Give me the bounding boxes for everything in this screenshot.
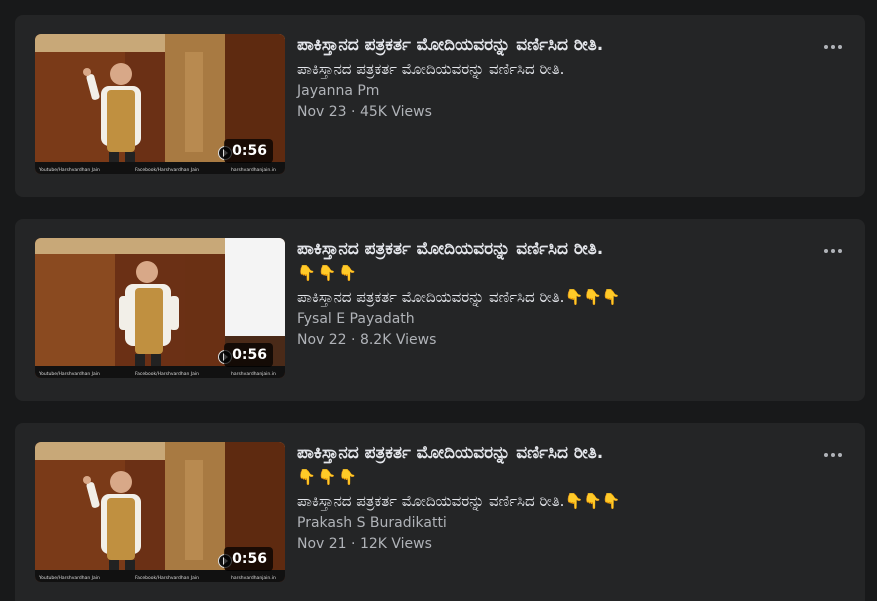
video-info: ಪಾಕಿಸ್ತಾನದ ಪತ್ರಕರ್ತ ಮೋದಿಯವರನ್ನು ವರ್ಣಿಸಿದ… xyxy=(297,237,812,350)
video-thumbnail[interactable]: Youtube/Harshvardhan Jain Facebook/Harsh… xyxy=(35,34,285,174)
video-author[interactable]: Prakash S Buradikatti xyxy=(297,513,812,533)
watermark-left: Youtube/Harshvardhan Jain xyxy=(38,167,100,173)
video-description: ಪಾಕಿಸ್ತಾನದ ಪತ್ರಕರ್ತ ಮೋದಿಯವರನ್ನು ವರ್ಣಿಸಿದ… xyxy=(297,288,621,306)
more-options-icon[interactable] xyxy=(821,37,845,57)
video-thumbnail[interactable]: Youtube/Harshvardhan Jain Facebook/Harsh… xyxy=(35,442,285,582)
meta-separator: · xyxy=(346,104,360,120)
video-meta: Nov 21 · 12K Views xyxy=(297,534,812,554)
video-duration: 0:56 xyxy=(224,343,273,367)
watermark-middle: Facebook/Harshvardhan Jain xyxy=(135,167,199,173)
video-thumbnail[interactable]: Youtube/Harshvardhan Jain Facebook/Harsh… xyxy=(35,238,285,378)
watermark-left: Youtube/Harshvardhan Jain xyxy=(38,575,100,581)
watermark-middle: Facebook/Harshvardhan Jain xyxy=(135,371,199,377)
watermark-left: Youtube/Harshvardhan Jain xyxy=(38,371,100,377)
video-info: ಪಾಕಿಸ್ತಾನದ ಪತ್ರಕರ್ತ ಮೋದಿಯವರನ್ನು ವರ್ಣಿಸಿದ… xyxy=(297,33,812,122)
video-date: Nov 23 xyxy=(297,104,347,120)
video-title-text: ಪಾಕಿಸ್ತಾನದ ಪತ್ರಕರ್ತ ಮೋದಿಯವರನ್ನು ವರ್ಣಿಸಿದ… xyxy=(297,443,604,463)
video-description: ಪಾಕಿಸ್ತಾನದ ಪತ್ರಕರ್ತ ಮೋದಿಯವರನ್ನು ವರ್ಣಿಸಿದ… xyxy=(297,492,621,510)
watermark-right: harshvardhanjain.in xyxy=(231,167,276,173)
video-date: Nov 22 xyxy=(297,332,347,348)
video-title-text: ಪಾಕಿಸ್ತಾನದ ಪತ್ರಕರ್ತ ಮೋದಿಯವರನ್ನು ವರ್ಣಿಸಿದ… xyxy=(297,35,604,55)
pointing-down-icon: 👇👇👇 xyxy=(297,264,360,282)
video-author[interactable]: Jayanna Pm xyxy=(297,81,812,101)
video-card: Youtube/Harshvardhan Jain Facebook/Harsh… xyxy=(15,219,865,401)
video-duration: 0:56 xyxy=(224,547,273,571)
video-feed: Youtube/Harshvardhan Jain Facebook/Harsh… xyxy=(0,0,877,601)
video-card: Youtube/Harshvardhan Jain Facebook/Harsh… xyxy=(15,423,865,601)
meta-separator: · xyxy=(346,536,360,552)
video-views: 8.2K Views xyxy=(359,332,437,348)
video-title[interactable]: ಪಾಕಿಸ್ತಾನದ ಪತ್ರಕರ್ತ ಮೋದಿಯವರನ್ನು ವರ್ಣಿಸಿದ… xyxy=(297,441,812,489)
video-duration: 0:56 xyxy=(224,139,273,163)
video-card: Youtube/Harshvardhan Jain Facebook/Harsh… xyxy=(15,15,865,197)
video-meta: Nov 22 · 8.2K Views xyxy=(297,330,812,350)
video-description: ಪಾಕಿಸ್ತಾನದ ಪತ್ರಕರ್ತ ಮೋದಿಯವರನ್ನು ವರ್ಣಿಸಿದ… xyxy=(297,60,565,78)
video-date: Nov 21 xyxy=(297,536,347,552)
video-title[interactable]: ಪಾಕಿಸ್ತಾನದ ಪತ್ರಕರ್ತ ಮೋದಿಯವರನ್ನು ವರ್ಣಿಸಿದ… xyxy=(297,33,812,57)
more-options-icon[interactable] xyxy=(821,241,845,261)
video-meta: Nov 23 · 45K Views xyxy=(297,102,812,122)
video-views: 12K Views xyxy=(359,536,432,552)
video-views: 45K Views xyxy=(359,104,432,120)
meta-separator: · xyxy=(346,332,360,348)
pointing-down-icon: 👇👇👇 xyxy=(297,468,360,486)
video-title-text: ಪಾಕಿಸ್ತಾನದ ಪತ್ರಕರ್ತ ಮೋದಿಯವರನ್ನು ವರ್ಣಿಸಿದ… xyxy=(297,239,604,259)
watermark-middle: Facebook/Harshvardhan Jain xyxy=(135,575,199,581)
video-info: ಪಾಕಿಸ್ತಾನದ ಪತ್ರಕರ್ತ ಮೋದಿಯವರನ್ನು ವರ್ಣಿಸಿದ… xyxy=(297,441,812,554)
watermark-right: harshvardhanjain.in xyxy=(231,371,276,377)
watermark-right: harshvardhanjain.in xyxy=(231,575,276,581)
more-options-icon[interactable] xyxy=(821,445,845,465)
video-title[interactable]: ಪಾಕಿಸ್ತಾನದ ಪತ್ರಕರ್ತ ಮೋದಿಯವರನ್ನು ವರ್ಣಿಸಿದ… xyxy=(297,237,812,285)
video-author[interactable]: Fysal E Payadath xyxy=(297,309,812,329)
